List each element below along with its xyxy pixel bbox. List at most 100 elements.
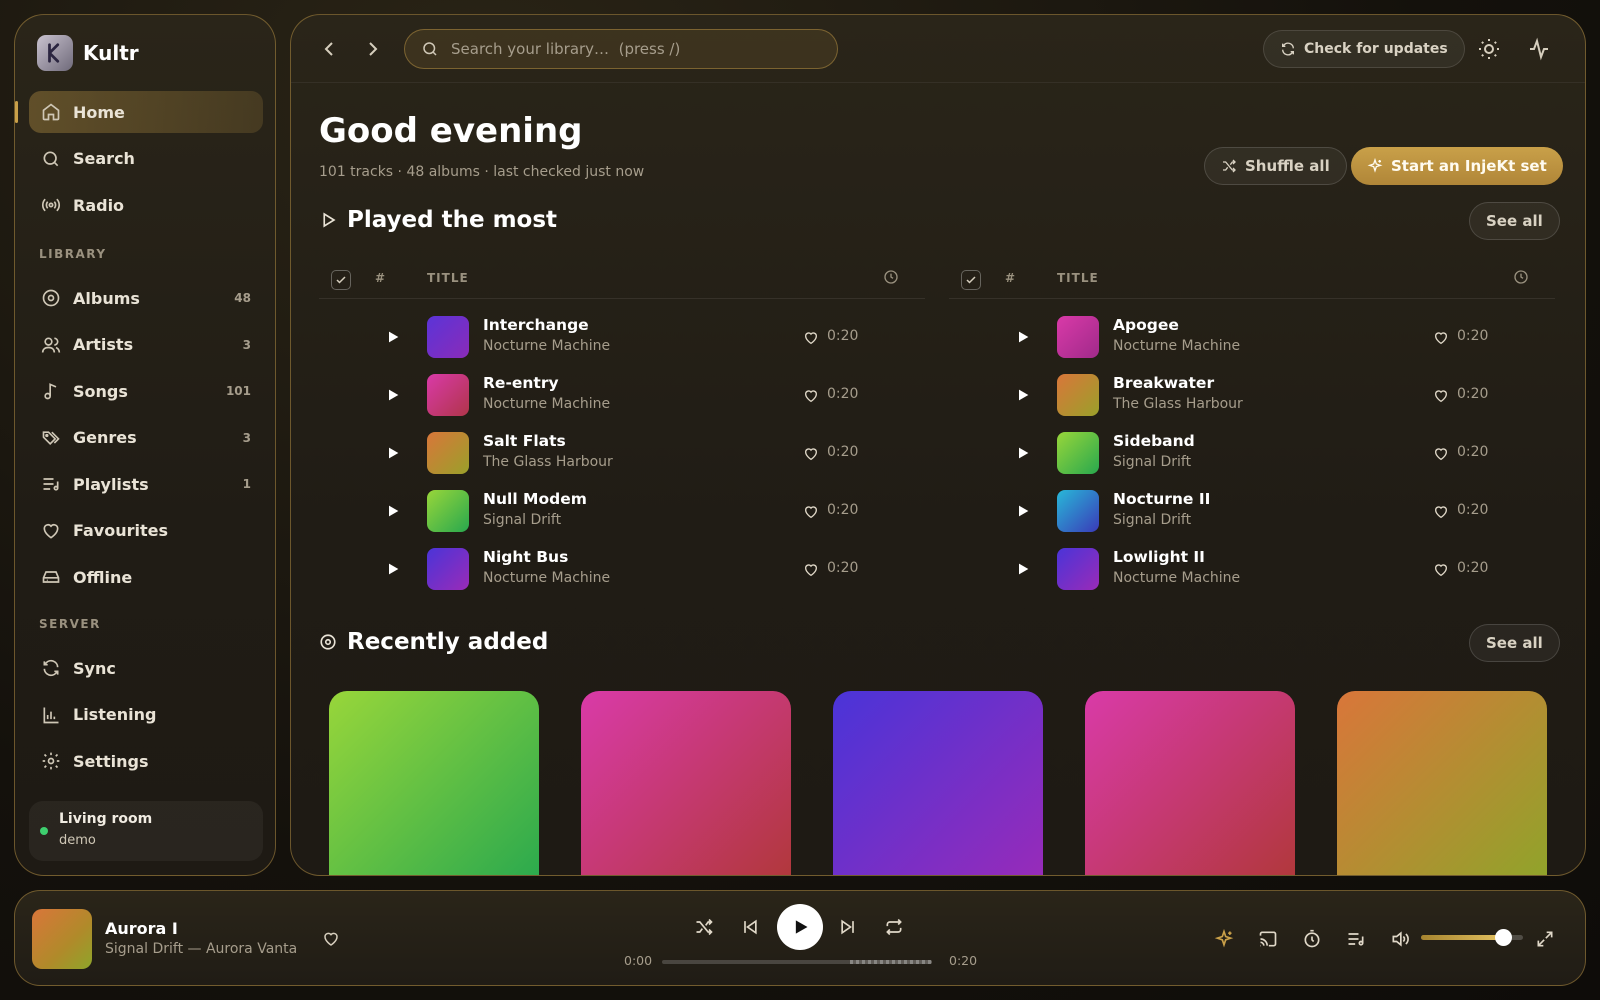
search-input[interactable]: [451, 40, 811, 58]
play-icon[interactable]: [385, 503, 401, 519]
heart-icon[interactable]: [1433, 562, 1449, 578]
heart-icon[interactable]: [803, 446, 819, 462]
sparkle-icon[interactable]: [1214, 929, 1234, 949]
track-title[interactable]: Lowlight II: [1113, 548, 1205, 566]
nav-item-songs[interactable]: Songs 101: [29, 370, 263, 412]
track-artist[interactable]: Nocturne Machine: [483, 396, 610, 412]
album-card[interactable]: [833, 691, 1043, 875]
see-all-played-button[interactable]: See all: [1469, 202, 1560, 240]
play-icon[interactable]: [1015, 445, 1031, 461]
nav-item-search[interactable]: Search: [29, 138, 263, 180]
track-artist[interactable]: The Glass Harbour: [1113, 396, 1243, 412]
heart-icon[interactable]: [1433, 504, 1449, 520]
back-arrow-icon[interactable]: [317, 37, 341, 61]
track-row[interactable]: Breakwater The Glass Harbour 0:20: [949, 367, 1555, 425]
shuffle-icon[interactable]: [694, 917, 714, 937]
activity-icon[interactable]: [1527, 37, 1551, 61]
theme-sun-icon[interactable]: [1477, 37, 1501, 61]
track-row[interactable]: Re-entry Nocturne Machine 0:20: [319, 367, 925, 425]
track-title[interactable]: Re-entry: [483, 374, 559, 392]
track-row[interactable]: Salt Flats The Glass Harbour 0:20: [319, 425, 925, 483]
play-pause-button[interactable]: [777, 904, 823, 950]
nav-item-offline[interactable]: Offline: [29, 556, 263, 598]
track-title[interactable]: Sideband: [1113, 432, 1195, 450]
track-artist[interactable]: Nocturne Machine: [1113, 570, 1240, 586]
track-artist[interactable]: Signal Drift: [1113, 454, 1191, 470]
track-row[interactable]: Interchange Nocturne Machine 0:20: [319, 309, 925, 367]
track-row[interactable]: Night Bus Nocturne Machine 0:20: [319, 541, 925, 599]
volume-slider[interactable]: [1421, 929, 1523, 946]
track-row[interactable]: Lowlight II Nocturne Machine 0:20: [949, 541, 1555, 599]
play-icon[interactable]: [385, 329, 401, 345]
play-icon[interactable]: [1015, 503, 1031, 519]
track-row[interactable]: Null Modem Signal Drift 0:20: [319, 483, 925, 541]
heart-icon[interactable]: [803, 504, 819, 520]
heart-icon[interactable]: [803, 388, 819, 404]
see-all-recent-button[interactable]: See all: [1469, 624, 1560, 662]
now-playing-artwork[interactable]: [32, 909, 92, 969]
album-card[interactable]: [1085, 691, 1295, 875]
nav-item-albums[interactable]: Albums 48: [29, 277, 263, 319]
play-icon[interactable]: [385, 387, 401, 403]
repeat-icon[interactable]: [884, 917, 904, 937]
track-row[interactable]: Apogee Nocturne Machine 0:20: [949, 309, 1555, 367]
previous-track-icon[interactable]: [740, 917, 760, 937]
track-title[interactable]: Night Bus: [483, 548, 568, 566]
brand[interactable]: Kultr: [37, 35, 139, 71]
track-artist[interactable]: Signal Drift: [1113, 512, 1191, 528]
track-artist[interactable]: Nocturne Machine: [483, 570, 610, 586]
check-updates-button[interactable]: Check for updates: [1263, 30, 1465, 68]
track-title[interactable]: Salt Flats: [483, 432, 566, 450]
track-title[interactable]: Interchange: [483, 316, 589, 334]
select-all-checkbox[interactable]: [961, 270, 981, 290]
track-artist[interactable]: The Glass Harbour: [483, 454, 613, 470]
play-icon[interactable]: [1015, 329, 1031, 345]
play-icon[interactable]: [1015, 387, 1031, 403]
track-row[interactable]: Nocturne II Signal Drift 0:20: [949, 483, 1555, 541]
track-title[interactable]: Breakwater: [1113, 374, 1214, 392]
cast-icon[interactable]: [1258, 929, 1278, 949]
track-artist[interactable]: Nocturne Machine: [483, 338, 610, 354]
heart-icon[interactable]: [1433, 388, 1449, 404]
heart-icon[interactable]: [803, 330, 819, 346]
album-card[interactable]: [329, 691, 539, 875]
nav-item-listening[interactable]: Listening: [29, 694, 263, 736]
volume-icon[interactable]: [1390, 929, 1410, 949]
heart-icon[interactable]: [322, 930, 340, 948]
heart-icon[interactable]: [803, 562, 819, 578]
nav-item-settings[interactable]: Settings: [29, 740, 263, 782]
heart-icon[interactable]: [1433, 330, 1449, 346]
track-artist[interactable]: Signal Drift: [483, 512, 561, 528]
nav-item-radio[interactable]: Radio: [29, 184, 263, 226]
play-icon[interactable]: [385, 445, 401, 461]
play-icon[interactable]: [1015, 561, 1031, 577]
track-artist[interactable]: Nocturne Machine: [1113, 338, 1240, 354]
heart-icon[interactable]: [1433, 446, 1449, 462]
next-track-icon[interactable]: [838, 917, 858, 937]
now-playing-subtitle[interactable]: Signal Drift — Aurora Vanta: [105, 941, 297, 957]
track-row[interactable]: Sideband Signal Drift 0:20: [949, 425, 1555, 483]
nav-item-favourites[interactable]: Favourites: [29, 510, 263, 552]
forward-arrow-icon[interactable]: [361, 37, 385, 61]
progress-bar[interactable]: [662, 960, 932, 964]
queue-icon[interactable]: [1346, 929, 1366, 949]
now-playing-title[interactable]: Aurora I: [105, 919, 178, 938]
nav-item-genres[interactable]: Genres 3: [29, 417, 263, 459]
track-title[interactable]: Null Modem: [483, 490, 587, 508]
nav-item-sync[interactable]: Sync: [29, 647, 263, 689]
shuffle-all-button[interactable]: Shuffle all: [1204, 147, 1347, 185]
album-card[interactable]: [1337, 691, 1547, 875]
timer-icon[interactable]: [1302, 929, 1322, 949]
volume-knob[interactable]: [1494, 929, 1512, 946]
play-icon[interactable]: [385, 561, 401, 577]
start-inject-set-button[interactable]: Start an InjeKt set: [1351, 147, 1563, 185]
device-card[interactable]: Living room demo: [29, 801, 263, 861]
search-bar[interactable]: [404, 29, 838, 69]
track-title[interactable]: Nocturne II: [1113, 490, 1210, 508]
track-title[interactable]: Apogee: [1113, 316, 1179, 334]
nav-item-playlists[interactable]: Playlists 1: [29, 463, 263, 505]
nav-item-artists[interactable]: Artists 3: [29, 324, 263, 366]
expand-icon[interactable]: [1535, 929, 1555, 949]
nav-item-home[interactable]: Home: [15, 91, 263, 133]
album-card[interactable]: [581, 691, 791, 875]
